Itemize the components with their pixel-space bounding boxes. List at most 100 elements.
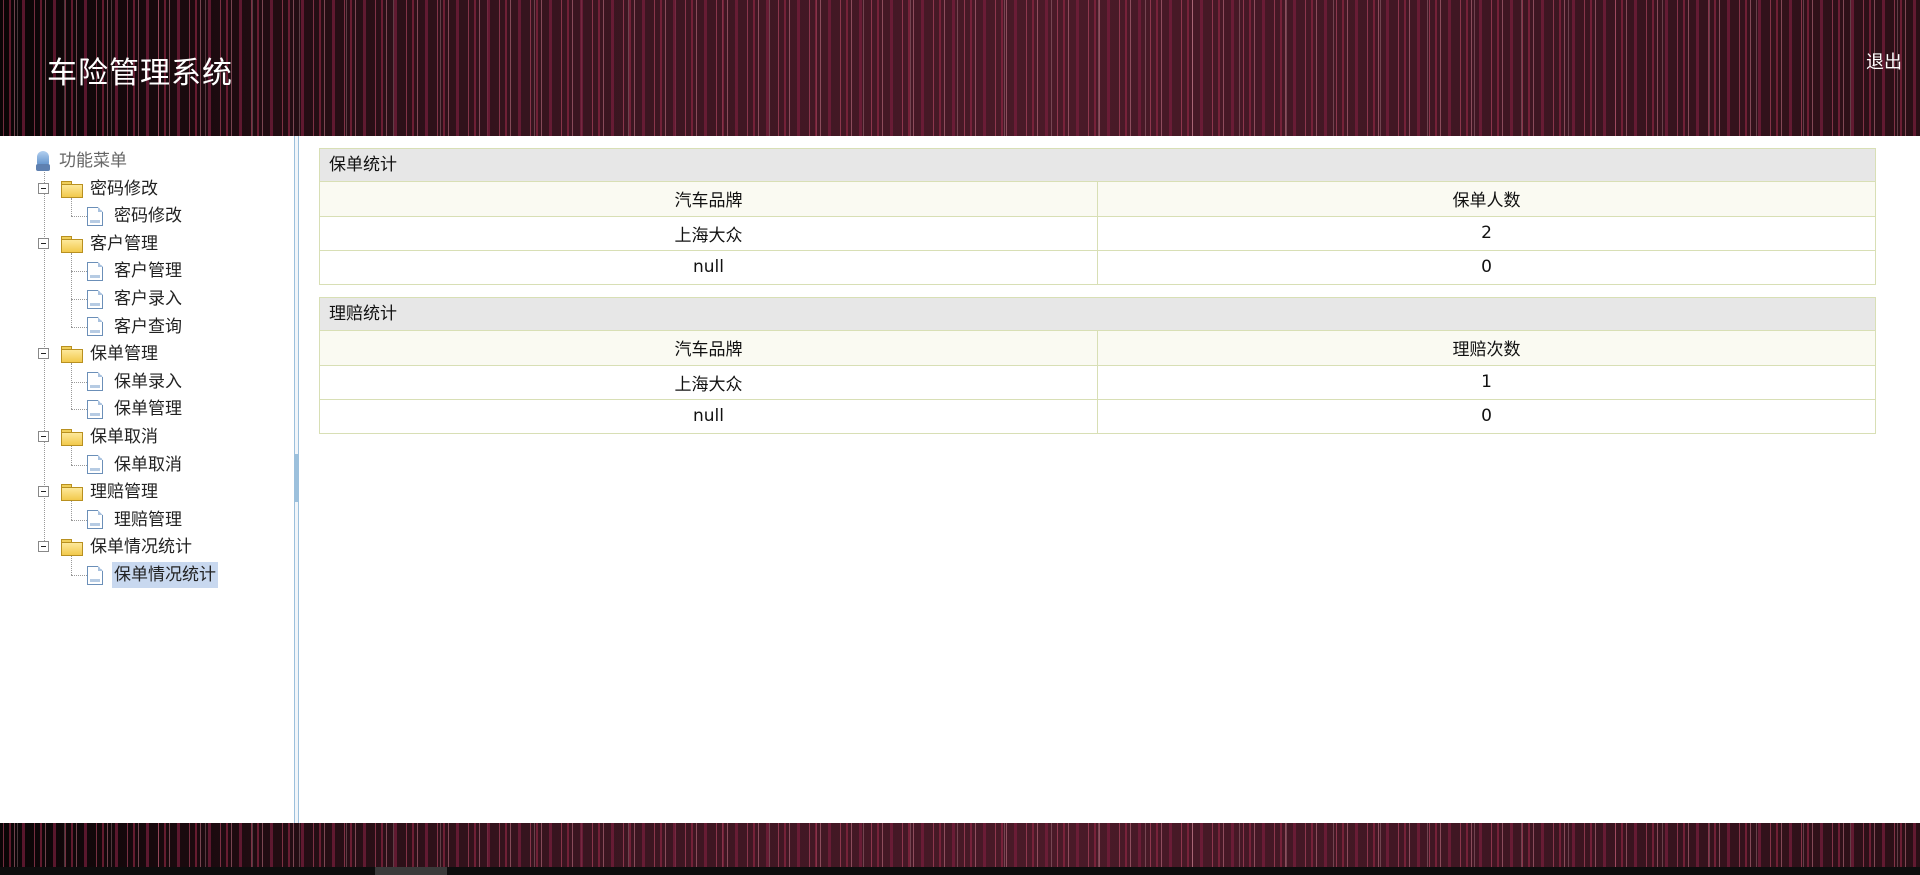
logout-link[interactable]: 退出 [1866,48,1902,74]
tree-group-label: 保单取消 [90,427,158,447]
tree-item[interactable]: 理赔管理 [87,507,184,533]
column-header: 汽车品牌 [320,182,1098,217]
page-icon [87,565,103,585]
scrollbar-thumb[interactable] [375,867,447,875]
table-cell: 0 [1097,398,1875,433]
policy-stats-panel: 保单统计 汽车品牌 保单人数 上海大众 2 null 0 [319,148,1876,285]
tree-group[interactable]: 客户管理 [61,231,160,257]
folder-open-icon [61,346,83,364]
tree-item-label: 客户查询 [114,316,182,337]
tree-item[interactable]: 保单取消 [87,452,184,478]
claim-stats-panel: 理赔统计 汽车品牌 理赔次数 上海大众 1 null 0 [319,297,1876,434]
page-icon [87,206,103,226]
claim-stats-table: 汽车品牌 理赔次数 上海大众 1 null 0 [320,331,1875,433]
tree-item[interactable]: 密码修改 [87,203,184,229]
tree-connector [71,363,72,410]
tree-connector [71,556,72,575]
tree-connector [71,326,87,328]
main-content: 保单统计 汽车品牌 保单人数 上海大众 2 null 0 理赔统计 汽车品牌 理… [300,136,1920,823]
tree-group[interactable]: 保单情况统计 [61,534,194,560]
table-cell: 上海大众 [320,364,1098,400]
panel-title: 保单统计 [320,149,1875,182]
tree-root-label: 功能菜单 [59,151,127,171]
table-cell: 0 [1097,249,1875,284]
tree-connector [71,501,72,520]
table-cell: null [320,249,1098,284]
tree-group-label: 保单情况统计 [90,537,192,558]
table-row: 上海大众 2 [320,215,1875,251]
tree-group[interactable]: 理赔管理 [61,479,160,505]
table-cell: 上海大众 [320,215,1098,251]
page-icon [87,510,103,530]
footer-banner [0,823,1920,867]
column-header: 理赔次数 [1097,331,1875,366]
tree-item-label: 保单情况统计 [112,562,218,588]
tree-root[interactable]: 功能菜单 [35,148,129,174]
tree-item[interactable]: 客户录入 [87,286,184,312]
page-icon [87,289,103,309]
table-row: null 0 [320,398,1875,433]
table-header-row: 汽车品牌 保单人数 [320,182,1875,217]
tree-item-label: 保单管理 [114,399,182,420]
tree-connector [71,464,87,466]
tree-connector [71,299,87,300]
page-icon [87,372,103,392]
horizontal-scrollbar[interactable] [0,867,1920,875]
splitter-grip[interactable] [295,454,298,502]
tree-item-label: 客户管理 [114,261,182,282]
page-icon [87,317,103,337]
tree-connector [71,575,87,576]
tree-item[interactable]: 保单管理 [87,396,184,422]
tree-connector [71,216,87,218]
collapse-toggle[interactable] [38,486,49,498]
tree-connector [71,446,72,465]
policy-stats-table: 汽车品牌 保单人数 上海大众 2 null 0 [320,182,1875,284]
panel-title: 理赔统计 [320,298,1875,331]
table-header-row: 汽车品牌 理赔次数 [320,331,1875,366]
page-icon [87,399,103,419]
tree-group-label: 密码修改 [90,178,158,199]
page-icon [87,261,103,281]
tree-group-label: 客户管理 [90,233,158,254]
header-banner: 车险管理系统 退出 [0,0,1920,136]
tree-item-label: 保单取消 [114,454,182,475]
tree-connector [71,197,72,217]
folder-open-icon [61,539,83,557]
folder-open-icon [61,429,83,446]
column-header: 汽车品牌 [320,331,1098,366]
column-header: 保单人数 [1097,182,1875,217]
page-icon [87,455,103,475]
tree-group[interactable]: 密码修改 [61,176,160,202]
folder-open-icon [61,484,83,502]
tree-group-label: 理赔管理 [90,482,158,503]
tree-group-label: 保单管理 [90,344,158,365]
collapse-toggle[interactable] [38,182,49,194]
tree-group[interactable]: 保单取消 [61,424,160,450]
folder-open-icon [61,180,83,198]
layout-splitter[interactable] [294,136,299,823]
tree-item[interactable]: 客户查询 [87,314,184,340]
folder-open-icon [61,235,83,253]
tree-item-label: 理赔管理 [114,509,182,530]
tree-connector [71,409,87,411]
app-title: 车险管理系统 [47,56,233,91]
tree-item-label: 保单录入 [114,371,182,392]
tree-connector [71,252,72,327]
tree-item[interactable]: 客户管理 [87,258,184,284]
collapse-toggle[interactable] [38,431,49,442]
tree-item[interactable]: 保单录入 [87,369,184,395]
table-cell: 1 [1097,364,1875,400]
collapse-toggle[interactable] [38,348,49,360]
collapse-toggle[interactable] [38,541,49,553]
tree-group[interactable]: 保单管理 [61,341,160,367]
table-cell: 2 [1097,215,1875,251]
sidebar: 功能菜单 密码修改 密码修改 客户管理 客户管理 客户录入 客户查询 保单管理 保单录入 保单管理… [0,136,294,823]
tree-item-label: 密码修改 [114,206,182,227]
tree-item[interactable]: 保单情况统计 [87,562,218,588]
tree-connector [71,519,87,521]
tree-connector [71,271,87,273]
tree-connector [71,381,87,383]
tree-item-label: 客户录入 [114,289,182,309]
collapse-toggle[interactable] [38,237,49,249]
table-cell: null [320,398,1098,433]
